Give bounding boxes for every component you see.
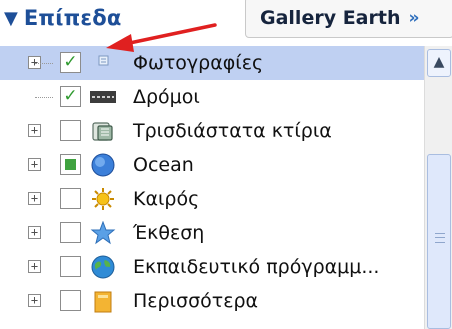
annotation-arrow-icon bbox=[106, 23, 217, 52]
